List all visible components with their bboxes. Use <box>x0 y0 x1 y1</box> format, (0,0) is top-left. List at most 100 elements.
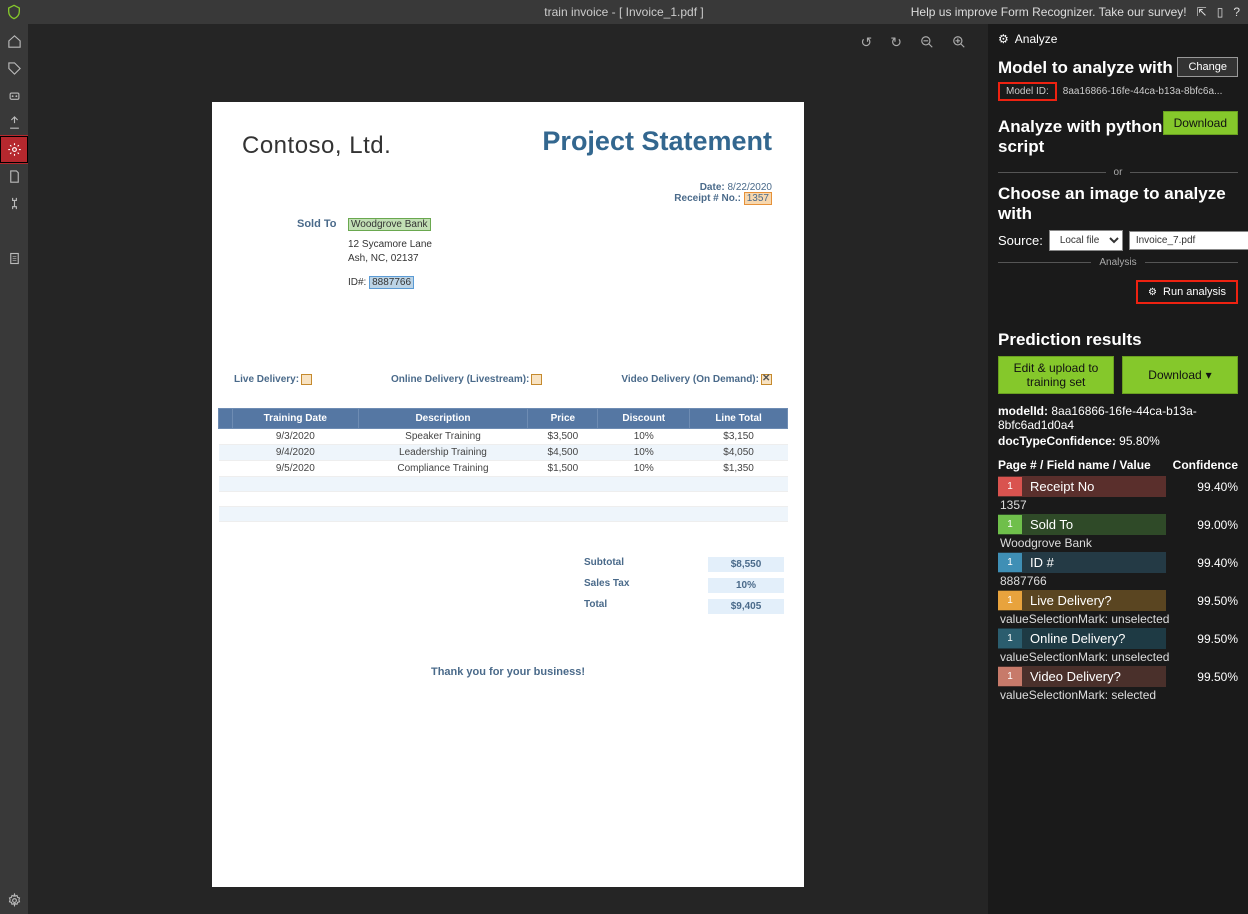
results-col1: Page # / Field name / Value <box>998 458 1151 472</box>
soldto-label: Sold To <box>297 218 337 230</box>
docconf-value: 95.80% <box>1119 434 1160 448</box>
soldto-name: Woodgrove Bank <box>348 218 431 231</box>
model-id-label: Model ID: <box>998 82 1057 101</box>
confidence: 99.50% <box>1197 670 1238 684</box>
confidence: 99.40% <box>1197 556 1238 570</box>
result-item[interactable]: 1 Receipt No99.40% 1357 <box>998 476 1238 512</box>
id-label: ID#: <box>348 277 366 288</box>
thanks-text: Thank you for your business! <box>212 666 804 678</box>
field-name: Receipt No <box>1030 479 1197 494</box>
page-badge: 1 <box>998 477 1022 496</box>
totals: Subtotal$8,550Sales Tax10%Total$9,405 <box>584 554 784 617</box>
undo-icon[interactable]: ↺ <box>861 34 873 51</box>
zoom-out-icon[interactable] <box>920 35 934 49</box>
gear-icon: ⚙ <box>998 32 1009 46</box>
confidence: 99.40% <box>1197 480 1238 494</box>
or-divider: or <box>1106 167 1131 178</box>
id-value: 8887766 <box>369 276 414 289</box>
date-label: Date: <box>700 182 725 193</box>
analyze-header: Analyze <box>1015 32 1058 46</box>
receipt-label: Receipt # No.: <box>674 193 741 204</box>
nav-page-icon[interactable] <box>0 245 28 272</box>
left-nav <box>0 24 28 914</box>
result-item[interactable]: 1Sold To99.00%Woodgrove Bank <box>998 514 1238 550</box>
check-online-label: Online Delivery (Livestream): <box>391 374 529 385</box>
results-col2: Confidence <box>1173 458 1238 472</box>
nav-robot-icon[interactable] <box>0 82 28 109</box>
model-id-value: 8aa16866-16fe-44ca-b13a-8bfc6a... <box>1063 86 1238 97</box>
nav-document-icon[interactable] <box>0 163 28 190</box>
source-select[interactable]: Local file <box>1049 230 1123 251</box>
field-value: Woodgrove Bank <box>998 536 1238 550</box>
company-name: Contoso, Ltd. <box>242 132 391 160</box>
nav-home-icon[interactable] <box>0 28 28 55</box>
change-button[interactable]: Change <box>1177 57 1238 77</box>
table-row: 9/4/2020Leadership Training$4,50010%$4,0… <box>219 445 788 461</box>
choose-image-header: Choose an image to analyze with <box>998 184 1238 224</box>
page-badge: 1 <box>998 667 1022 686</box>
check-online-box <box>531 374 542 385</box>
nav-tag-icon[interactable] <box>0 55 28 82</box>
source-file-input[interactable] <box>1129 231 1248 250</box>
share-icon[interactable]: ⇱ <box>1197 5 1207 19</box>
table-row: 9/3/2020Speaker Training$3,50010%$3,150 <box>219 429 788 445</box>
edit-upload-button[interactable]: Edit & upload to training set <box>998 356 1114 394</box>
result-item[interactable]: 1 Video Delivery?99.50% valueSelectionMark… <box>998 666 1238 702</box>
page-badge: 1 <box>998 629 1022 648</box>
docconf-label: docTypeConfidence: <box>998 434 1116 448</box>
help-icon[interactable]: ? <box>1233 5 1240 19</box>
logo-icon <box>0 0 28 24</box>
modelid-label: modelId: <box>998 404 1048 418</box>
page-badge: 1 <box>998 553 1022 572</box>
confidence: 99.50% <box>1197 632 1238 646</box>
table-header: Description <box>358 409 528 429</box>
table-header: Line Total <box>690 409 788 429</box>
table-row: 9/5/2020Compliance Training$1,50010%$1,3… <box>219 461 788 477</box>
check-video-label: Video Delivery (On Demand): <box>621 374 759 385</box>
result-item[interactable]: 1 Online Delivery?99.50% valueSelectionMar… <box>998 628 1238 664</box>
nav-connect-icon[interactable] <box>0 190 28 217</box>
receipt-value: 1357 <box>744 192 772 205</box>
field-value: valueSelectionMark: selected <box>998 688 1238 702</box>
zoom-in-icon[interactable] <box>952 35 966 49</box>
run-analysis-button[interactable]: Run analysis <box>1136 280 1238 304</box>
result-item[interactable]: 1 ID #99.40% 8887766 <box>998 552 1238 588</box>
field-name: Sold To <box>1030 517 1197 532</box>
soldto-addr1: 12 Sycamore Lane <box>348 238 432 252</box>
confidence: 99.00% <box>1197 518 1238 532</box>
field-name: Video Delivery? <box>1030 669 1197 684</box>
field-value: valueSelectionMark: unselected <box>998 612 1238 626</box>
analyze-panel: ⚙ Analyze Model to analyze with Change Mo… <box>988 24 1248 914</box>
field-value: 1357 <box>998 498 1238 512</box>
table-header: Price <box>528 409 598 429</box>
document-preview: Contoso, Ltd. Project Statement Date: 8/… <box>212 102 804 887</box>
nav-analyze-icon[interactable] <box>0 136 28 163</box>
python-header: Analyze with python script <box>998 117 1163 157</box>
table-header: Training Date <box>233 409 359 429</box>
field-name: ID # <box>1030 555 1197 570</box>
panel-icon[interactable]: ▯ <box>1217 5 1224 19</box>
field-name: Live Delivery? <box>1030 593 1197 608</box>
survey-link[interactable]: Help us improve Form Recognizer. Take ou… <box>911 5 1187 19</box>
result-item[interactable]: 1 Live Delivery?99.50% valueSelectionMark:… <box>998 590 1238 626</box>
model-header: Model to analyze with <box>998 58 1173 78</box>
table-header <box>219 409 233 429</box>
soldto-addr2: Ash, NC, 02137 <box>348 252 432 266</box>
field-value: 8887766 <box>998 574 1238 588</box>
field-value: valueSelectionMark: unselected <box>998 650 1238 664</box>
field-name: Online Delivery? <box>1030 631 1197 646</box>
download-results-button[interactable]: Download▾ <box>1122 356 1238 394</box>
nav-settings-icon[interactable] <box>0 887 28 914</box>
check-video-box <box>761 374 772 385</box>
download-script-button[interactable]: Download <box>1163 111 1238 135</box>
check-live-label: Live Delivery: <box>234 374 299 385</box>
table-header: Discount <box>598 409 690 429</box>
page-badge: 1 <box>998 591 1022 610</box>
analysis-divider: Analysis <box>1091 257 1144 268</box>
redo-icon[interactable]: ↻ <box>890 34 902 51</box>
items-table: Training DateDescriptionPriceDiscountLin… <box>218 408 788 522</box>
nav-compose-icon[interactable] <box>0 109 28 136</box>
check-live-box <box>301 374 312 385</box>
source-label: Source: <box>998 233 1043 248</box>
confidence: 99.50% <box>1197 594 1238 608</box>
